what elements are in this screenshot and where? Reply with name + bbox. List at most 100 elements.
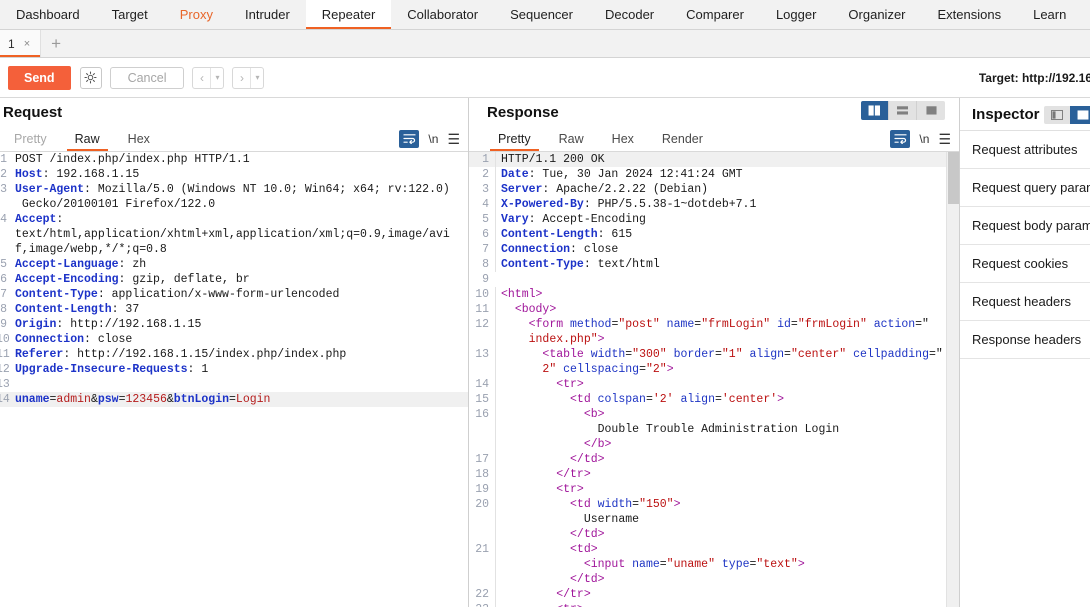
nav-tab-target[interactable]: Target xyxy=(96,0,164,29)
inspector-section-request-body-parame[interactable]: Request body parame xyxy=(960,207,1090,245)
code-text: Accept-Language: zh xyxy=(15,258,147,271)
code-text: <tr> xyxy=(495,377,584,392)
nav-tab-extensions[interactable]: Extensions xyxy=(922,0,1018,29)
nav-tab-learn[interactable]: Learn xyxy=(1017,0,1082,29)
nav-tab-proxy[interactable]: Proxy xyxy=(164,0,229,29)
repeater-tab-1[interactable]: 1 × xyxy=(0,30,42,57)
response-tab-raw[interactable]: Raw xyxy=(545,126,598,151)
response-editor[interactable]: 1 HTTP/1.1 200 OK 2 Date: Tue, 30 Jan 2024 … xyxy=(469,152,959,607)
code-text: Vary: Accept-Encoding xyxy=(495,212,646,227)
inspector-section-request-attributes[interactable]: Request attributes xyxy=(960,131,1090,169)
request-code[interactable]: 1 POST /index.php/index.php HTTP/1.1 2 Host… xyxy=(0,152,468,607)
layout-mode-buttons xyxy=(861,101,945,120)
inspector-section-request-headers[interactable]: Request headers xyxy=(960,283,1090,321)
line-number: 8 xyxy=(0,303,7,316)
line-number: 1 xyxy=(0,153,7,166)
nav-tab-organizer[interactable]: Organizer xyxy=(832,0,921,29)
code-line: 2 Date: Tue, 30 Jan 2024 12:41:24 GMT xyxy=(469,167,959,182)
code-line: 18 </tr> xyxy=(469,467,959,482)
nav-tab-repeater[interactable]: Repeater xyxy=(305,0,392,29)
request-view-tabs: Pretty Raw Hex \n ☰ xyxy=(0,126,468,152)
hamburger-menu-icon[interactable]: ☰ xyxy=(938,132,951,146)
request-pane: Request Pretty Raw Hex \n ☰ 1 POST /index.p… xyxy=(0,98,469,607)
newline-toggle[interactable]: \n xyxy=(919,132,929,146)
line-number: 14 xyxy=(475,378,489,391)
inspector-section-request-query-parame[interactable]: Request query parame xyxy=(960,169,1090,207)
request-editor[interactable]: 1 POST /index.php/index.php HTTP/1.1 2 Host… xyxy=(0,152,468,607)
code-line: 2" cellspacing="2"> xyxy=(469,362,959,377)
code-line: 3 User-Agent: Mozilla/5.0 (Windows NT 10.… xyxy=(0,182,468,197)
nav-tab-sequencer[interactable]: Sequencer xyxy=(494,0,589,29)
newline-toggle[interactable]: \n xyxy=(428,132,438,146)
code-line: 13 xyxy=(0,377,468,392)
response-tab-pretty[interactable]: Pretty xyxy=(484,126,545,151)
response-scrollbar[interactable] xyxy=(946,152,959,607)
code-line: f,image/webp,*/*;q=0.8 xyxy=(0,242,468,257)
code-text: Origin: http://192.168.1.15 xyxy=(15,318,202,331)
code-line: 3 Server: Apache/2.2.22 (Debian) xyxy=(469,182,959,197)
hamburger-menu-icon[interactable]: ☰ xyxy=(447,132,460,146)
code-text: Double Trouble Administration Login xyxy=(495,422,839,437)
code-text: index.php"> xyxy=(495,332,605,347)
code-text: text/html,application/xhtml+xml,applicat… xyxy=(15,228,450,241)
code-line: 8 Content-Type: text/html xyxy=(469,257,959,272)
chevron-left-icon: ‹ xyxy=(199,70,204,85)
nav-tab-decoder[interactable]: Decoder xyxy=(589,0,670,29)
code-text: Username xyxy=(495,512,639,527)
history-back-button[interactable]: ‹ ▾ xyxy=(192,66,225,89)
inspector-dock-right-button[interactable] xyxy=(1070,106,1090,124)
inspector-section-response-headers[interactable]: Response headers xyxy=(960,321,1090,359)
response-pane: Response Pretty Raw Hex Render \n ☰ 1 HTTP/1… xyxy=(469,98,960,607)
word-wrap-icon[interactable] xyxy=(399,129,420,148)
nav-tab-collaborator[interactable]: Collaborator xyxy=(391,0,494,29)
gear-icon[interactable] xyxy=(79,66,102,89)
chevron-down-icon[interactable]: ▾ xyxy=(210,67,223,88)
word-wrap-icon[interactable] xyxy=(890,129,911,148)
code-text: Upgrade-Insecure-Requests: 1 xyxy=(15,363,209,376)
inspector-dock-left-button[interactable] xyxy=(1044,106,1070,124)
scrollbar-thumb[interactable] xyxy=(948,152,959,204)
line-number: 3 xyxy=(482,183,489,196)
code-line: 5 Accept-Language: zh xyxy=(0,257,468,272)
single-pane-view-button[interactable] xyxy=(917,101,945,120)
code-line: text/html,application/xhtml+xml,applicat… xyxy=(0,227,468,242)
nav-tab-comparer[interactable]: Comparer xyxy=(670,0,760,29)
line-number: 7 xyxy=(482,243,489,256)
line-number: 4 xyxy=(482,198,489,211)
code-line: </td> xyxy=(469,527,959,542)
code-text: <td> xyxy=(495,542,598,557)
line-number: 23 xyxy=(469,602,495,607)
line-number: 6 xyxy=(0,273,7,286)
cancel-button[interactable]: Cancel xyxy=(109,66,185,89)
repeater-content: Request Pretty Raw Hex \n ☰ 1 POST /index.p… xyxy=(0,98,1090,607)
response-tab-render[interactable]: Render xyxy=(648,126,717,151)
chevron-down-icon[interactable]: ▾ xyxy=(250,67,263,88)
repeater-tab-label: 1 xyxy=(8,36,15,51)
code-line: 1 POST /index.php/index.php HTTP/1.1 xyxy=(0,152,468,167)
nav-tab-logger[interactable]: Logger xyxy=(760,0,832,29)
request-tab-hex[interactable]: Hex xyxy=(114,126,164,151)
split-horizontal-view-button[interactable] xyxy=(889,101,917,120)
line-number: 20 xyxy=(475,498,489,511)
history-forward-button[interactable]: › ▾ xyxy=(232,66,265,89)
split-vertical-view-button[interactable] xyxy=(861,101,889,120)
nav-tab-intruder[interactable]: Intruder xyxy=(229,0,306,29)
request-tab-raw[interactable]: Raw xyxy=(61,126,114,151)
inspector-section-request-cookies[interactable]: Request cookies xyxy=(960,245,1090,283)
code-line: 9 xyxy=(469,272,959,287)
code-text: HTTP/1.1 200 OK xyxy=(495,152,605,167)
code-line: 12 <form method="post" name="frmLogin" i… xyxy=(469,317,959,332)
nav-tab-dashboard[interactable]: Dashboard xyxy=(0,0,96,29)
close-icon[interactable]: × xyxy=(24,38,30,50)
add-tab-icon[interactable]: + xyxy=(41,30,71,57)
line-number: 10 xyxy=(475,288,489,301)
inspector-dock-buttons xyxy=(1044,106,1090,124)
send-button[interactable]: Send xyxy=(8,65,71,90)
code-text: User-Agent: Mozilla/5.0 (Windows NT 10.0… xyxy=(15,183,450,196)
response-code[interactable]: 1 HTTP/1.1 200 OK 2 Date: Tue, 30 Jan 2024 … xyxy=(469,152,959,607)
request-tab-pretty[interactable]: Pretty xyxy=(0,126,61,151)
code-line: 5 Vary: Accept-Encoding xyxy=(469,212,959,227)
response-tab-hex[interactable]: Hex xyxy=(598,126,648,151)
line-number: 4 xyxy=(0,213,7,226)
chevron-right-icon: › xyxy=(239,70,244,85)
